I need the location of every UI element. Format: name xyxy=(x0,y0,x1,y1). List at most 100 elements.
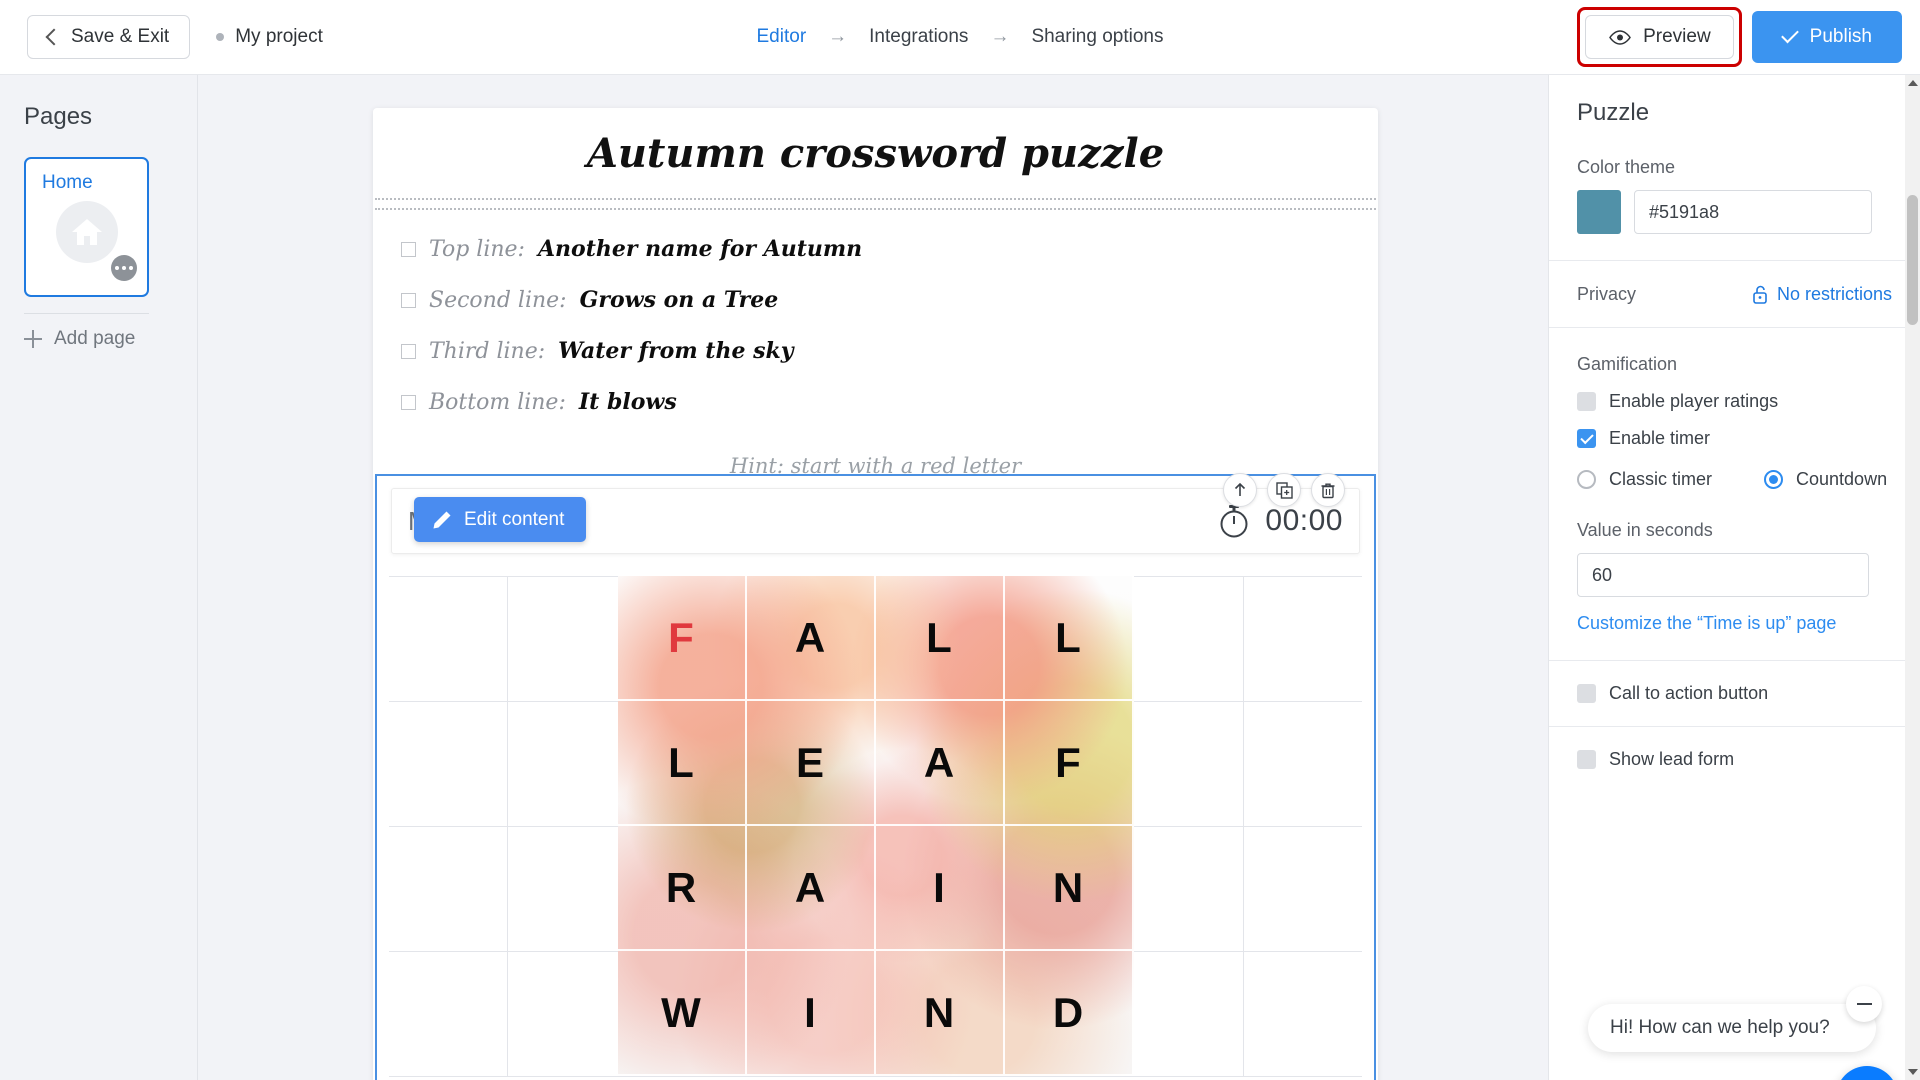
puzzle-widget[interactable]: Moves: 0 00:00 xyxy=(375,473,1376,1080)
scroll-down-button[interactable] xyxy=(1905,1064,1920,1080)
checkbox-enable-timer[interactable] xyxy=(1577,429,1596,448)
pages-title: Pages xyxy=(24,103,93,130)
puzzle-cell[interactable]: N xyxy=(875,951,1005,1076)
enable-timer-label: Enable timer xyxy=(1609,428,1711,448)
puzzle-status-bar: Moves: 0 00:00 xyxy=(391,473,1360,554)
enable-timer-row[interactable]: Enable timer xyxy=(1577,428,1920,449)
puzzle-cell[interactable]: W xyxy=(617,951,747,1076)
clue-label: Third line: xyxy=(429,338,546,364)
scrollbar-thumb[interactable] xyxy=(1907,195,1918,325)
customize-timeisup-link[interactable]: Customize the “Time is up” page xyxy=(1577,613,1920,634)
add-page-button[interactable]: Add page xyxy=(24,328,197,350)
clue-row[interactable]: Third line: Water from the sky xyxy=(401,338,1378,364)
home-icon xyxy=(71,219,102,245)
enable-player-ratings-row[interactable]: Enable player ratings xyxy=(1577,391,1920,412)
radio-classic-timer[interactable] xyxy=(1577,470,1596,489)
editor-canvas: Autumn crossword puzzle Top line: Anothe… xyxy=(198,75,1548,1080)
move-up-button[interactable] xyxy=(1223,473,1257,507)
puzzle-cell[interactable]: N xyxy=(1004,826,1134,951)
duplicate-icon xyxy=(1275,481,1293,499)
page-card-home[interactable]: Home xyxy=(24,157,149,297)
call-to-action-row[interactable]: Call to action button xyxy=(1577,683,1920,704)
edit-content-button[interactable]: Edit content xyxy=(414,497,587,542)
clue-label: Second line: xyxy=(429,287,567,313)
breadcrumb-editor[interactable]: Editor xyxy=(757,26,807,48)
timer-value: 00:00 xyxy=(1265,504,1343,537)
divider xyxy=(1549,726,1920,727)
clue-answer: Water from the sky xyxy=(558,338,794,364)
checkbox-icon[interactable] xyxy=(401,241,416,257)
puzzle-cell[interactable]: D xyxy=(1004,951,1134,1076)
puzzle-board-area: F A L L L E A F R A I N W I N D xyxy=(389,576,1362,1080)
color-swatch[interactable] xyxy=(1577,190,1621,234)
clue-list: Top line: Another name for Autumn Second… xyxy=(373,210,1378,454)
minus-icon xyxy=(1856,1002,1872,1006)
chat-greeting-bubble[interactable]: Hi! How can we help you? xyxy=(1588,986,1882,1052)
project-name[interactable]: My project xyxy=(216,26,323,48)
guide-line xyxy=(389,1076,1362,1077)
page-card-label: Home xyxy=(42,172,93,193)
value-seconds-input[interactable] xyxy=(1577,553,1869,597)
enable-player-ratings-label: Enable player ratings xyxy=(1609,391,1779,411)
clue-label: Top line: xyxy=(429,236,525,262)
puzzle-cell[interactable]: A xyxy=(746,576,876,701)
clue-row[interactable]: Second line: Grows on a Tree xyxy=(401,287,1378,313)
project-name-label: My project xyxy=(235,26,323,47)
sidebar-divider xyxy=(24,313,149,314)
checkbox-icon[interactable] xyxy=(401,394,416,410)
puzzle-cell[interactable]: I xyxy=(875,826,1005,951)
settings-panel: Puzzle Color theme Privacy No restrictio… xyxy=(1548,75,1920,1080)
add-page-label: Add page xyxy=(54,328,136,349)
edit-content-label: Edit content xyxy=(464,508,565,530)
chat-minimize-button[interactable] xyxy=(1846,986,1882,1022)
puzzle-cell[interactable]: I xyxy=(746,951,876,1076)
publish-label: Publish xyxy=(1809,26,1872,47)
scroll-up-button[interactable] xyxy=(1905,75,1920,91)
countdown-label: Countdown xyxy=(1796,469,1888,489)
color-hex-input[interactable] xyxy=(1634,190,1872,234)
call-to-action-label: Call to action button xyxy=(1609,683,1769,703)
plus-icon xyxy=(24,330,42,348)
puzzle-cell[interactable]: L xyxy=(617,701,747,826)
checkbox-icon[interactable] xyxy=(401,292,416,308)
puzzle-cell[interactable]: F xyxy=(617,576,747,701)
chat-greeting-text: Hi! How can we help you? xyxy=(1610,1017,1830,1038)
radio-countdown[interactable] xyxy=(1764,470,1784,489)
privacy-row: Privacy No restrictions xyxy=(1549,261,1920,327)
preview-button[interactable]: Preview xyxy=(1585,15,1734,59)
puzzle-cell[interactable]: A xyxy=(875,701,1005,826)
duplicate-button[interactable] xyxy=(1267,473,1301,507)
delete-button[interactable] xyxy=(1311,473,1345,507)
dot-icon xyxy=(122,266,126,270)
privacy-value-button[interactable]: No restrictions xyxy=(1752,284,1892,305)
page-scrollbar[interactable] xyxy=(1905,75,1920,1080)
eye-icon xyxy=(1609,29,1631,45)
unlock-icon xyxy=(1753,285,1767,304)
clue-row[interactable]: Bottom line: It blows xyxy=(401,389,1378,415)
checkbox-icon[interactable] xyxy=(401,343,416,359)
clue-answer: Another name for Autumn xyxy=(537,236,863,262)
clue-label: Bottom line: xyxy=(429,389,566,415)
puzzle-cell[interactable]: F xyxy=(1004,701,1134,826)
puzzle-cell[interactable]: R xyxy=(617,826,747,951)
puzzle-cell[interactable]: A xyxy=(746,826,876,951)
preview-label: Preview xyxy=(1643,26,1711,47)
clue-answer: Grows on a Tree xyxy=(579,287,779,313)
guide-line xyxy=(507,576,508,1076)
puzzle-cell[interactable]: L xyxy=(1004,576,1134,701)
breadcrumb-sharing-options[interactable]: Sharing options xyxy=(1031,26,1163,48)
publish-button[interactable]: Publish xyxy=(1751,11,1902,63)
puzzle-grid[interactable]: F A L L L E A F R A I N W I N D xyxy=(617,576,1134,1076)
save-and-exit-button[interactable]: Save & Exit xyxy=(27,15,191,59)
checkbox-player-ratings[interactable] xyxy=(1577,392,1596,411)
puzzle-cell[interactable]: L xyxy=(875,576,1005,701)
messenger-button[interactable] xyxy=(1836,1066,1898,1080)
puzzle-cell[interactable]: E xyxy=(746,701,876,826)
checkbox-call-to-action[interactable] xyxy=(1577,684,1596,703)
show-lead-form-row[interactable]: Show lead form xyxy=(1577,749,1920,770)
checkbox-show-lead-form[interactable] xyxy=(1577,750,1596,769)
clue-row[interactable]: Top line: Another name for Autumn xyxy=(401,236,1378,262)
stopwatch-icon xyxy=(1220,505,1248,538)
page-options-button[interactable] xyxy=(111,255,137,281)
breadcrumb-integrations[interactable]: Integrations xyxy=(869,26,968,48)
